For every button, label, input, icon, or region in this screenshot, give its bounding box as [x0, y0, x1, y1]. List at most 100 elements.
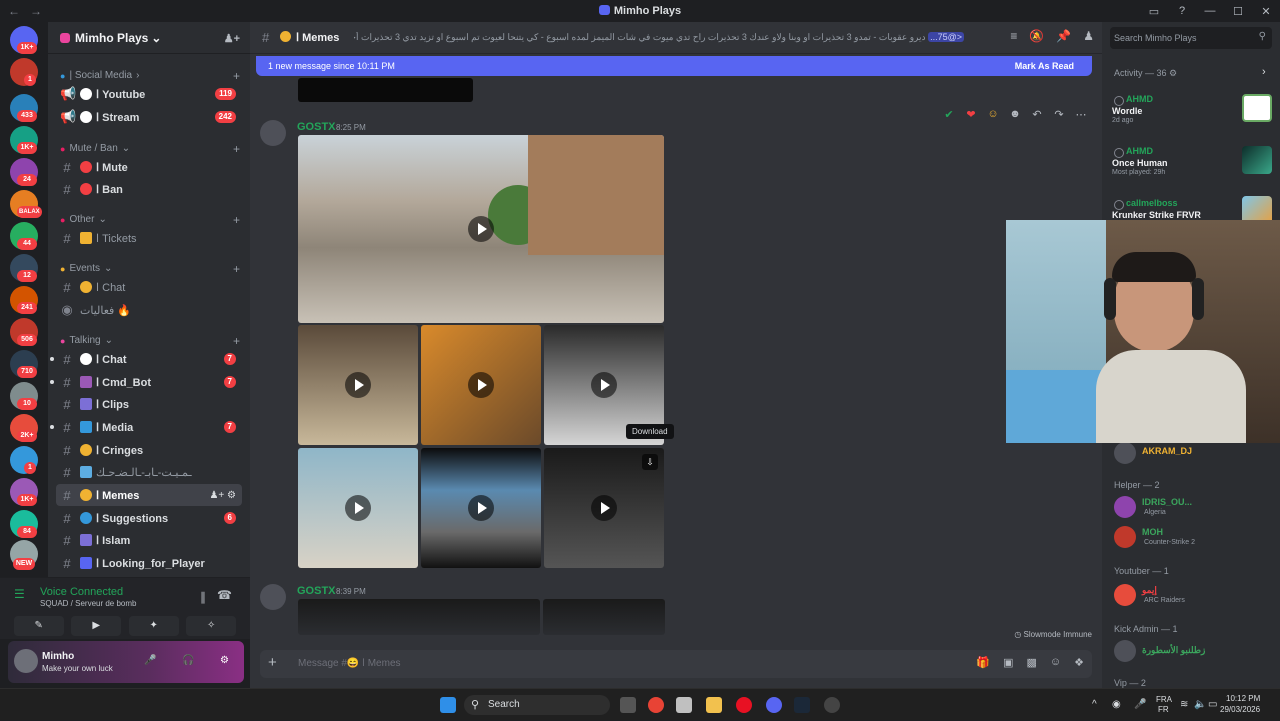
file-explorer-icon[interactable] [706, 697, 722, 713]
video-attachment[interactable] [298, 325, 418, 445]
app-icon[interactable] [676, 697, 692, 713]
video-attachment[interactable] [298, 599, 540, 635]
clock-date[interactable]: 29/03/2026 [1220, 705, 1260, 714]
chevron-up-icon[interactable]: ^ [1092, 699, 1097, 710]
category-other[interactable]: ● Other ⌄ + [60, 213, 240, 227]
play-icon[interactable] [468, 372, 494, 398]
close-button[interactable]: ✕ [1252, 5, 1280, 18]
play-icon[interactable] [591, 495, 617, 521]
add-channel-icon[interactable]: + [233, 142, 240, 156]
channel-memes[interactable]: # ا Memes ♟+ ⚙ [56, 484, 242, 506]
notification-icon[interactable]: 🔕 [1029, 29, 1044, 43]
username[interactable]: Mimho [42, 651, 74, 662]
play-icon[interactable] [468, 216, 494, 242]
disconnect-icon[interactable]: ☎ [217, 588, 232, 602]
video-attachment[interactable] [298, 448, 418, 568]
category-events[interactable]: ● Events ⌄ + [60, 262, 240, 276]
mute-mic-icon[interactable]: 🎤 [144, 655, 156, 666]
volume-icon[interactable]: 🔈 [1194, 699, 1206, 710]
category-social-media[interactable]: ● | Social Media › + [60, 69, 240, 83]
language-code[interactable]: FRA [1156, 695, 1172, 704]
message-composer[interactable]: + Message #😄 ا Memes 🎁 ▣ ▩ ☺ ❖ [260, 650, 1092, 678]
keyboard-code[interactable]: FR [1158, 705, 1169, 714]
channel-mute[interactable]: # ا Mute [56, 156, 242, 178]
message-input[interactable]: Message #😄 ا Memes [298, 658, 401, 669]
network-icon[interactable]: ≋ [1180, 699, 1188, 710]
channel-cmd-bot[interactable]: # ا Cmd_Bot 7 [50, 371, 242, 393]
activity-card[interactable]: AHMD Once Human Most played: 29h [1112, 146, 1272, 176]
member-item[interactable]: إيمو ARC Raiders [1112, 582, 1278, 610]
pin-icon[interactable]: 📌 [1056, 29, 1071, 43]
channel-laugh[interactable]: # ـمـيـت-ـا‌بـ-ـالـضـ‌حـك [56, 461, 242, 483]
member-item[interactable]: MOH Counter-Strike 2 [1112, 524, 1278, 552]
opera-icon[interactable] [736, 697, 752, 713]
download-icon[interactable]: ⇩ [642, 454, 658, 470]
add-channel-icon[interactable]: + [233, 213, 240, 227]
channel-stream[interactable]: 📢 ا Stream 242 [56, 106, 242, 128]
channel-islam[interactable]: # ا Islam [56, 529, 242, 551]
sticker-icon[interactable]: ▩ [1026, 656, 1036, 669]
channel-ban[interactable]: # ا Ban [56, 178, 242, 200]
video-attachment[interactable] [298, 135, 664, 323]
channel-topic[interactable]: <@75... ديرو عقوبات - تمدو 3 تحذيرات او … [354, 32, 964, 43]
play-icon[interactable] [345, 372, 371, 398]
video-attachment[interactable] [543, 599, 665, 635]
inbox-icon[interactable]: ▭ [1140, 5, 1168, 18]
chrome-icon[interactable] [648, 697, 664, 713]
minimize-button[interactable]: — [1196, 5, 1224, 17]
apps-icon[interactable]: ❖ [1074, 656, 1084, 669]
camera-off-button[interactable]: ✎ [13, 616, 64, 636]
member-item[interactable]: زطلنبو الأسطورة [1112, 638, 1278, 666]
message-author[interactable]: GOSTX [297, 121, 336, 133]
add-channel-icon[interactable]: + [233, 69, 240, 83]
task-view-icon[interactable] [620, 697, 636, 713]
activity-card[interactable]: AHMD Wordle 2d ago [1112, 94, 1272, 124]
avatar[interactable] [260, 120, 286, 146]
start-icon[interactable] [440, 697, 456, 713]
activity-card[interactable]: callmelboss Krunker Strike FRVR [1112, 196, 1272, 224]
screen-share-button[interactable]: ▶ [71, 616, 122, 636]
soundboard-button[interactable]: ✧ [186, 616, 237, 636]
channel-media[interactable]: # ا Media 7 [50, 416, 242, 438]
user-settings-icon[interactable]: ⚙ [220, 655, 229, 666]
attach-icon[interactable]: + [268, 654, 277, 671]
mic-icon[interactable]: 🎤 [1134, 699, 1146, 710]
category-talking[interactable]: ● Talking ⌄ + [60, 334, 240, 348]
clock-time[interactable]: 10:12 PM [1226, 694, 1260, 703]
chevron-right-icon[interactable]: › [1262, 66, 1266, 78]
play-icon[interactable] [345, 495, 371, 521]
noise-icon[interactable]: ∥ [200, 590, 206, 604]
channel-events-stage[interactable]: ◉ فعاليات 🔥 [56, 299, 242, 321]
forward-icon[interactable]: ↷ [1050, 108, 1068, 121]
previous-media[interactable] [298, 78, 473, 102]
channel-suggestions[interactable]: # ا Suggestions 6 [56, 507, 242, 529]
activities-button[interactable]: ✦ [128, 616, 179, 636]
message-author[interactable]: GOSTX [297, 585, 336, 597]
channel-chat[interactable]: # ا Chat 7 [50, 348, 242, 370]
discord-icon[interactable] [766, 697, 782, 713]
avatar[interactable] [14, 649, 38, 673]
app-tray-icon[interactable]: ◉ [1112, 699, 1121, 710]
video-attachment[interactable] [421, 325, 541, 445]
steam-icon[interactable] [794, 697, 810, 713]
add-reaction-icon[interactable]: ☻ [1006, 108, 1024, 121]
member-item[interactable]: IDRIS_OU... Algeria [1112, 494, 1278, 522]
channel-looking-for-player[interactable]: # ا Looking_for_Player [56, 552, 242, 574]
channel-youtube[interactable]: 📢 ا Youtube 119 [56, 83, 242, 105]
user-mention[interactable]: <@75... [928, 32, 964, 42]
signal-icon[interactable]: ☰ [14, 587, 25, 601]
member-item[interactable]: AKRAM_DJ [1112, 440, 1278, 468]
search-input[interactable]: Search Mimho Plays ⚲ [1110, 27, 1272, 49]
video-attachment[interactable] [421, 448, 541, 568]
reply-icon[interactable]: ↶ [1028, 108, 1046, 121]
maximize-button[interactable]: ☐ [1224, 5, 1252, 18]
channel-tickets[interactable]: # ا Tickets [56, 227, 242, 249]
add-member-icon[interactable]: ♟+ [224, 32, 240, 45]
server-header[interactable]: Mimho Plays ⌄ ♟+ [48, 22, 250, 54]
gif-icon[interactable]: ▣ [1003, 656, 1013, 669]
play-icon[interactable] [468, 495, 494, 521]
channel-cringes[interactable]: # ا Cringes [56, 439, 242, 461]
emoji-icon[interactable]: ☺ [1050, 656, 1061, 669]
category-mute-ban[interactable]: ● Mute / Ban ⌄ + [60, 142, 240, 156]
member-list-icon[interactable]: ♟ [1083, 29, 1094, 43]
